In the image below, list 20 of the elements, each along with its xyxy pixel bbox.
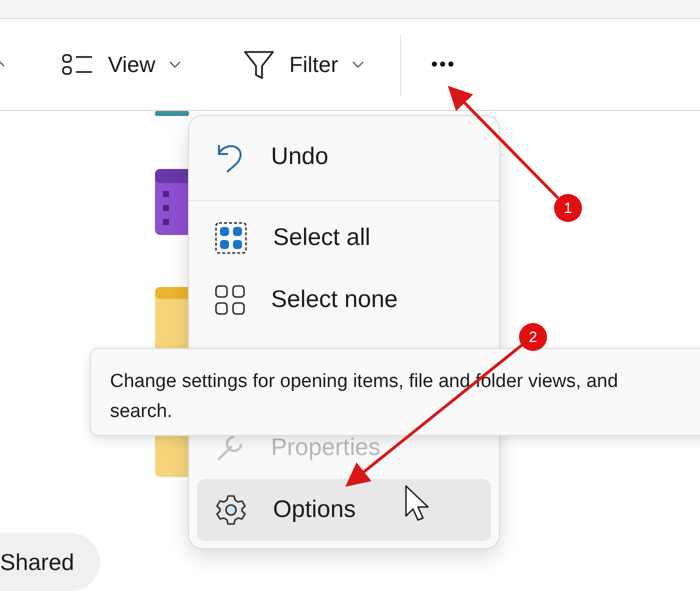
menu-item[interactable]: Select all [197, 207, 491, 269]
select-none-icon [215, 285, 245, 315]
settings-icon [215, 494, 247, 526]
menu-item[interactable]: Select none [197, 269, 491, 331]
more-options-button[interactable]: ••• [423, 48, 464, 81]
step-number: 1 [554, 194, 582, 222]
wrench-icon [215, 433, 245, 463]
filter-button[interactable]: Filter [233, 40, 374, 88]
list-view-icon [62, 52, 94, 76]
notebook-icon [155, 169, 189, 235]
select-all-icon [215, 222, 247, 254]
step-number: 2 [519, 323, 547, 351]
chevron-down-icon [352, 60, 364, 68]
filter-icon [243, 48, 276, 80]
file-icon [155, 111, 189, 117]
menu-item[interactable]: Undo [197, 122, 491, 192]
sidebar-item[interactable]: Shared [0, 533, 100, 591]
menu-item[interactable]: Options [197, 479, 491, 541]
view-button[interactable]: View [52, 44, 192, 86]
chevron-down-icon [169, 60, 182, 68]
